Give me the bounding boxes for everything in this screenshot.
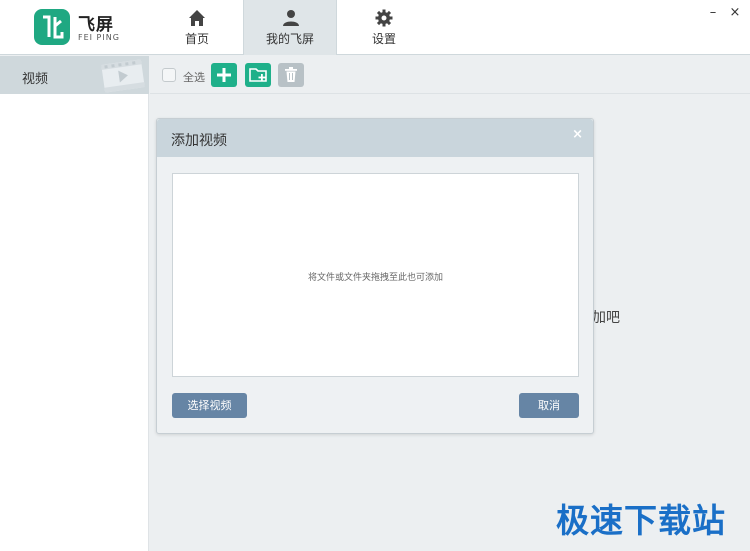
tab-my-feiping-label: 我的飞屏 <box>265 32 314 46</box>
cancel-button[interactable]: 取消 <box>519 393 579 418</box>
select-all-checkbox[interactable] <box>162 68 176 82</box>
app-logo <box>34 9 70 45</box>
tab-settings-label: 设置 <box>371 32 396 46</box>
drop-zone-hint: 将文件或文件夹拖拽至此也可添加 <box>307 273 443 283</box>
watermark-text: 极速下载站 <box>556 501 726 540</box>
select-video-button[interactable]: 选择视频 <box>172 393 247 418</box>
title-bar: 飞屏 FEI PING 首页 我的飞屏 设置 – × <box>0 0 750 55</box>
tab-home[interactable]: 首页 <box>150 0 244 55</box>
toolbar: 全选 <box>150 56 750 94</box>
app-name: 飞屏 <box>78 15 114 35</box>
add-folder-button[interactable] <box>245 63 271 87</box>
add-video-dialog: 添加视频 × 将文件或文件夹拖拽至此也可添加 选择视频 取消 <box>156 118 594 434</box>
film-icon <box>101 59 145 93</box>
sidebar-item-video[interactable]: 视频 <box>0 56 149 94</box>
dialog-header: 添加视频 × <box>157 119 593 157</box>
home-icon <box>189 10 205 26</box>
user-icon <box>283 10 299 26</box>
empty-hint-text: 加吧 <box>592 310 620 326</box>
tab-settings[interactable]: 设置 <box>337 0 431 55</box>
folder-add-icon <box>249 68 267 82</box>
app-sub-name: FEI PING <box>78 33 120 42</box>
delete-button[interactable] <box>278 63 304 87</box>
tab-my-feiping[interactable]: 我的飞屏 <box>243 0 337 55</box>
add-video-button[interactable] <box>211 63 237 87</box>
tab-home-label: 首页 <box>184 32 209 46</box>
close-window-button[interactable]: × <box>728 6 742 20</box>
gear-icon <box>375 9 393 27</box>
trash-icon <box>285 67 297 82</box>
select-all-label: 全选 <box>183 71 205 84</box>
drop-zone[interactable]: 将文件或文件夹拖拽至此也可添加 <box>172 173 579 377</box>
dialog-title: 添加视频 <box>171 133 227 149</box>
sidebar-item-label: 视频 <box>22 72 49 87</box>
dialog-close-button[interactable]: × <box>572 127 583 142</box>
plus-icon <box>217 68 231 82</box>
sidebar: 视频 <box>0 56 149 551</box>
minimize-button[interactable]: – <box>706 6 720 20</box>
